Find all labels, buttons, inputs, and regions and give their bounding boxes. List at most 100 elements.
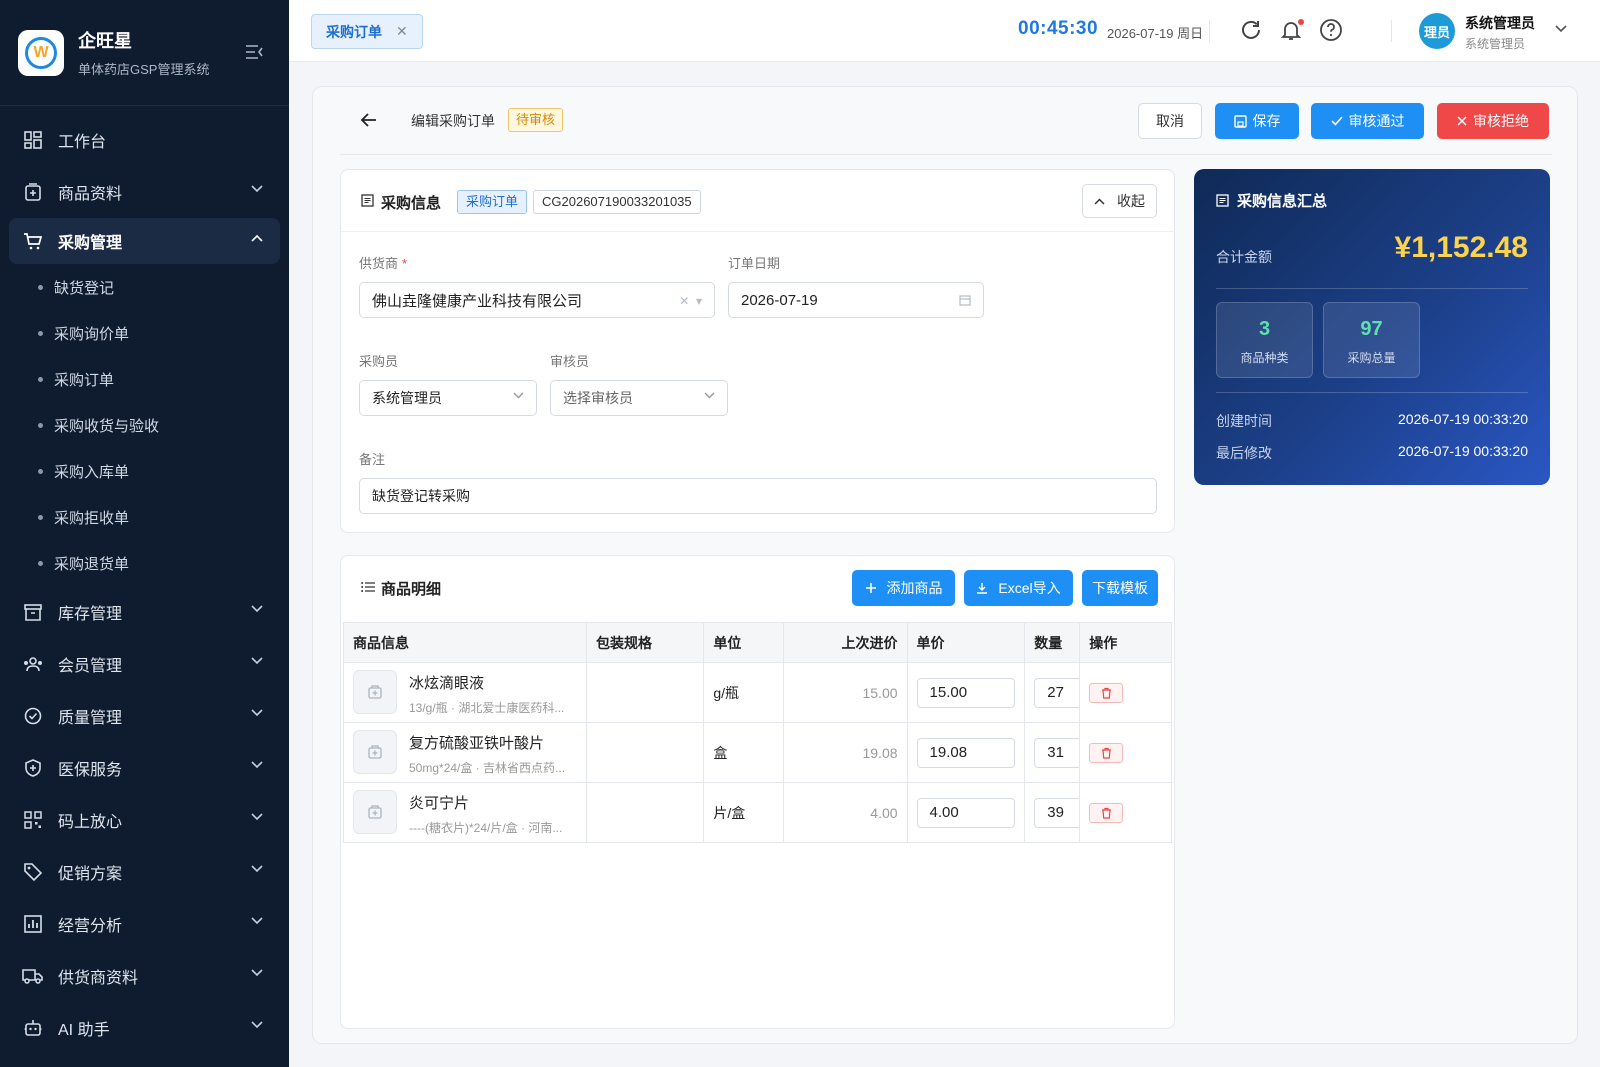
sidebar-subitem-inquiry[interactable]: 采购询价单 [0,310,289,356]
sidebar-item-label: 码上放心 [58,814,123,831]
trash-icon [1101,747,1112,759]
clear-icon[interactable]: ✕ ▾ [679,294,702,308]
avatar[interactable]: 理员 [1419,13,1455,49]
price-input[interactable]: 4.00 [916,797,1016,828]
sidebar-collapse-icon[interactable] [245,44,265,60]
chevron-up-icon [1094,197,1105,205]
created-value: 2026-07-19 00:33:20 [1398,411,1528,427]
approve-button[interactable]: 审核通过 [1311,103,1424,139]
user-name[interactable]: 系统管理员 [1465,13,1535,33]
sidebar-item-promotion[interactable]: 促销方案 [0,846,289,898]
reviewer-select[interactable]: 选择审核员 [550,380,728,416]
help-icon[interactable] [1319,18,1345,44]
clock: 00:45:30 [1018,18,1099,39]
collapse-button[interactable]: 收起 [1082,184,1157,218]
order-date-input[interactable]: 2026-07-19 [728,282,984,318]
spec-cell [585,662,705,723]
chevron-down-icon[interactable] [1555,25,1567,33]
excel-import-button[interactable]: Excel导入 [964,570,1073,606]
last-price-cell: 4.00 [783,782,908,843]
download-template-button[interactable]: 下载模板 [1082,570,1158,606]
refresh-icon[interactable] [1239,18,1265,44]
sidebar-item-label: 医保服务 [58,762,123,779]
plus-icon [865,582,877,594]
summary-title: 采购信息汇总 [1216,190,1327,211]
app-logo: W [18,29,64,76]
divider [1391,20,1392,42]
app-subtitle: 单体药店GSP管理系统 [78,62,210,77]
sidebar-item-products[interactable]: 商品资料 [0,166,289,218]
delete-button[interactable] [1089,742,1124,763]
app-title: 企旺星 [78,31,132,51]
unit-cell: 片/盒 [703,782,785,843]
reject-button[interactable]: 审核拒绝 [1437,103,1549,139]
sidebar-item-purchase[interactable]: 采购管理 [9,218,280,264]
modified-value: 2026-07-19 00:33:20 [1398,443,1528,459]
inventory-icon [22,601,44,623]
kinds-value: 3 [1258,318,1271,340]
sidebar-item-label: 库存管理 [58,606,123,623]
table-row: 复方硫酸亚铁叶酸片 50mg*24/盒 · 吉林省西点药... 盒 19.08 1… [343,722,1172,783]
sidebar-item-quality[interactable]: 质量管理 [0,690,289,742]
chart-icon [22,913,44,935]
quantity-input[interactable]: 39 [1034,797,1080,828]
summary-title-text: 采购信息汇总 [1237,193,1328,210]
supplier-value: 佛山垚隆健康产业科技有限公司 [372,292,583,310]
sidebar-subitem-reject[interactable]: 采购拒收单 [0,494,289,540]
supplier-select[interactable]: 佛山垚隆健康产业科技有限公司 ✕ ▾ [359,282,715,318]
chevron-down-icon [251,185,263,193]
last-price-cell: 15.00 [783,662,908,723]
cart-icon [22,230,44,252]
brand: W 企旺星 单体药店GSP管理系统 [0,0,289,106]
date-label: 订单日期 [728,256,781,271]
buyer-label: 采购员 [359,354,399,369]
supplier-label: 供货商 * [359,256,408,271]
sidebar-item-analysis[interactable]: 经营分析 [0,898,289,950]
cancel-button[interactable]: 取消 [1138,103,1202,139]
add-product-button[interactable]: 添加商品 [852,570,955,606]
sidebar-item-label: 工作台 [58,134,107,151]
chevron-down-icon [251,605,263,613]
save-icon [1233,114,1247,128]
sidebar-item-inventory[interactable]: 库存管理 [0,586,289,638]
sidebar-item-suppliers[interactable]: 供货商资料 [0,950,289,1002]
sidebar-item-ai[interactable]: AI 助手 [0,1002,289,1054]
total-amount: ¥1,152.48 [1394,231,1528,264]
price-input[interactable]: 19.08 [916,737,1016,768]
sidebar-item-members[interactable]: 会员管理 [0,638,289,690]
column-header: 商品信息 [343,622,587,663]
sidebar-item-dashboard[interactable]: 工作台 [0,114,289,166]
remark-textarea[interactable]: 缺货登记转采购 [359,478,1157,514]
save-button[interactable]: 保存 [1215,103,1299,139]
unit-cell: 盒 [703,722,785,783]
delete-button[interactable] [1089,682,1124,703]
quantity-input[interactable]: 31 [1034,737,1080,768]
last-price-cell: 19.08 [783,722,908,783]
divider [1216,288,1528,289]
sidebar-subitem-receiving[interactable]: 采购收货与验收 [0,402,289,448]
remark-value: 缺货登记转采购 [372,488,470,504]
sidebar-item-qrcode[interactable]: 码上放心 [0,794,289,846]
qty-value: 97 [1360,318,1383,340]
sidebar-subitem-shortage[interactable]: 缺货登记 [0,264,289,310]
column-header: 上次进价 [783,622,908,663]
kinds-label: 商品种类 [1240,351,1289,365]
product-name: 冰炫滴眼液 [409,674,485,692]
list-icon [361,581,375,593]
cancel-label: 取消 [1156,113,1184,129]
price-input[interactable]: 15.00 [916,677,1016,708]
chevron-down-icon [251,865,263,873]
tab-purchase-order[interactable]: 采购订单 ✕ [311,14,423,49]
sidebar-subitem-order[interactable]: 采购订单 [0,356,289,402]
qrcode-icon [22,809,44,831]
delete-button[interactable] [1089,802,1124,823]
sidebar-subitem-stockin[interactable]: 采购入库单 [0,448,289,494]
upload-icon [976,582,988,594]
quantity-input[interactable]: 27 [1034,677,1080,708]
sidebar-item-insurance[interactable]: 医保服务 [0,742,289,794]
tab-close-icon[interactable]: ✕ [396,23,408,40]
sidebar-subitem-return[interactable]: 采购退货单 [0,540,289,586]
bell-icon[interactable] [1279,18,1305,44]
buyer-select[interactable]: 系统管理员 [359,380,537,416]
back-arrow-icon[interactable] [360,111,378,129]
